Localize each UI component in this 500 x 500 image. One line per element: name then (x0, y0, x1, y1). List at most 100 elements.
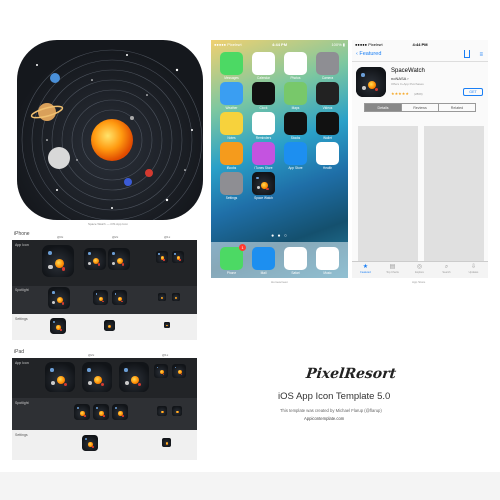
space-watch-icon (252, 172, 275, 195)
segment-related[interactable]: Related (439, 104, 475, 111)
get-button[interactable]: GET (463, 88, 483, 96)
iphone-row-app-icon: App Icon (15, 243, 29, 247)
store-app-name: SpaceWatch (391, 68, 425, 74)
icon-iphone-app-2x-b (108, 248, 130, 270)
app-icon (252, 172, 275, 195)
home-app-health[interactable]: Health (316, 142, 339, 170)
app-label: Settings (225, 196, 238, 200)
tab-updates[interactable]: ⇩ Updates (460, 264, 487, 274)
home-app-stocks[interactable]: Stocks (284, 112, 307, 140)
screenshot-placeholder[interactable] (358, 126, 418, 266)
icon-ipad-spotlight-2x-c (112, 404, 128, 420)
store-status-bar: ●●●●● Pixelrsrt 4:44 PM (352, 40, 488, 48)
home-app-app-store[interactable]: App Store (284, 142, 307, 170)
tab-featured[interactable]: ★ Featured (352, 264, 379, 274)
screenshot-placeholder[interactable] (424, 126, 484, 266)
home-app-calendar[interactable]: Calendar (252, 52, 275, 80)
home-app-messages[interactable]: Messages (220, 52, 243, 80)
template-title: iOS App Icon Template 5.0 (278, 391, 391, 402)
app-icon (316, 142, 339, 165)
icon-ipad-app-2x-a (45, 362, 75, 392)
home-app-notes[interactable]: Notes (220, 112, 243, 140)
app-icon (316, 112, 339, 135)
home-app-camera[interactable]: Camera (316, 52, 339, 80)
store-developer-link[interactable]: noNASA › (391, 76, 409, 81)
icon-iphone-spotlight-1x-b (172, 293, 180, 301)
app-label: Space Watch (254, 196, 273, 200)
tab-top-charts-label: Top Charts (386, 271, 399, 274)
tab-explore[interactable]: ◎ Explore (406, 264, 433, 274)
star-icon: ★ (362, 264, 369, 270)
footer-band (0, 472, 500, 500)
app-label: Maps (291, 106, 300, 110)
home-app-itunes-store[interactable]: iTunes Store (252, 142, 275, 170)
home-app-maps[interactable]: Maps (284, 82, 307, 110)
app-label: Health (322, 166, 333, 170)
template-url[interactable]: Appicontemplate.com (304, 416, 344, 421)
dock-app-phone[interactable]: 1 Phone (220, 244, 246, 275)
list-icon[interactable]: ≡ (479, 52, 483, 58)
home-app-photos[interactable]: Photos (284, 52, 307, 80)
app-label: Videos (322, 106, 333, 110)
app-icon (284, 112, 307, 135)
app-label: Mail (260, 271, 267, 275)
home-app-wallet[interactable]: Wallet (316, 112, 339, 140)
list-icon: ▤ (389, 264, 396, 270)
home-app-reminders[interactable]: Reminders (252, 112, 275, 140)
download-icon: ⇩ (470, 264, 477, 270)
ipad-row-app-icon: App Icon (15, 361, 29, 365)
icon-ipad-app-1x-a (154, 364, 168, 378)
status-bar: ●●●●● Pixelrsrt 4:44 PM 100% ▮ (211, 40, 348, 48)
tab-featured-label: Featured (360, 271, 371, 274)
segment-reviews[interactable]: Reviews (402, 104, 439, 111)
app-icon: 1 (220, 244, 246, 270)
pixelresort-logo: PixelResort (305, 366, 397, 382)
tab-top-charts[interactable]: ▤ Top Charts (379, 264, 406, 274)
home-app-weather[interactable]: Weather (220, 82, 243, 110)
app-icon (252, 52, 275, 75)
icon-iphone-spotlight-3x (48, 287, 70, 309)
solar-system-artwork (21, 49, 203, 220)
home-app-clock[interactable]: Clock (252, 82, 275, 110)
app-label: Phone (226, 271, 237, 275)
home-app-space-watch[interactable]: Space Watch (252, 172, 275, 200)
home-app-videos[interactable]: Videos (316, 82, 339, 110)
rating-count: (2869) (414, 92, 423, 96)
store-app-icon (356, 67, 386, 97)
dock-app-safari[interactable]: Safari (284, 247, 307, 275)
app-icon (284, 52, 307, 75)
app-icon (316, 247, 339, 270)
app-label: Notes (227, 136, 236, 140)
app-icon (220, 82, 243, 105)
ipad-col-2x: @2x (88, 353, 95, 357)
icon-iphone-spotlight-2x-a (93, 290, 108, 305)
app-label: Stocks (290, 136, 301, 140)
share-icon[interactable] (464, 50, 470, 58)
app-label: Messages (224, 76, 239, 80)
app-label: Safari (291, 271, 300, 275)
segment-control: Details Reviews Related (364, 103, 476, 112)
iphone-homescreen-preview: ●●●●● Pixelrsrt 4:44 PM 100% ▮ Messages C… (211, 40, 348, 278)
icon-iphone-spotlight-2x-b (112, 290, 127, 305)
featured-back-button[interactable]: ‹ Featured (356, 51, 381, 57)
home-app-ibooks[interactable]: iBooks (220, 142, 243, 170)
home-app-settings[interactable]: Settings (220, 172, 243, 200)
tab-explore-label: Explore (415, 271, 424, 274)
iphone-col-3x: @3x (57, 235, 64, 239)
segment-details[interactable]: Details (365, 104, 402, 111)
tab-search[interactable]: ⌕ Search (433, 264, 460, 274)
iphone-section-label: iPhone (14, 231, 30, 237)
store-nav-bar: ‹ Featured ≡ (352, 48, 488, 62)
dock-app-mail[interactable]: Mail (252, 247, 275, 275)
app-label: iTunes Store (254, 166, 273, 170)
iphone-row-settings: Settings (15, 317, 28, 321)
icon-iphone-app-1x-a (156, 251, 168, 263)
app-label: iBooks (226, 166, 237, 170)
store-tab-bar: ★ Featured ▤ Top Charts ◎ Explore ⌕ Sear… (352, 261, 488, 278)
icon-ipad-app-2x-c (119, 362, 149, 392)
dock-app-music[interactable]: Music (316, 247, 339, 275)
ipad-section-label: iPad (14, 349, 25, 355)
icon-iphone-settings-3x (50, 318, 66, 334)
app-label: Camera (321, 76, 334, 80)
store-app-icon-art (356, 67, 386, 97)
